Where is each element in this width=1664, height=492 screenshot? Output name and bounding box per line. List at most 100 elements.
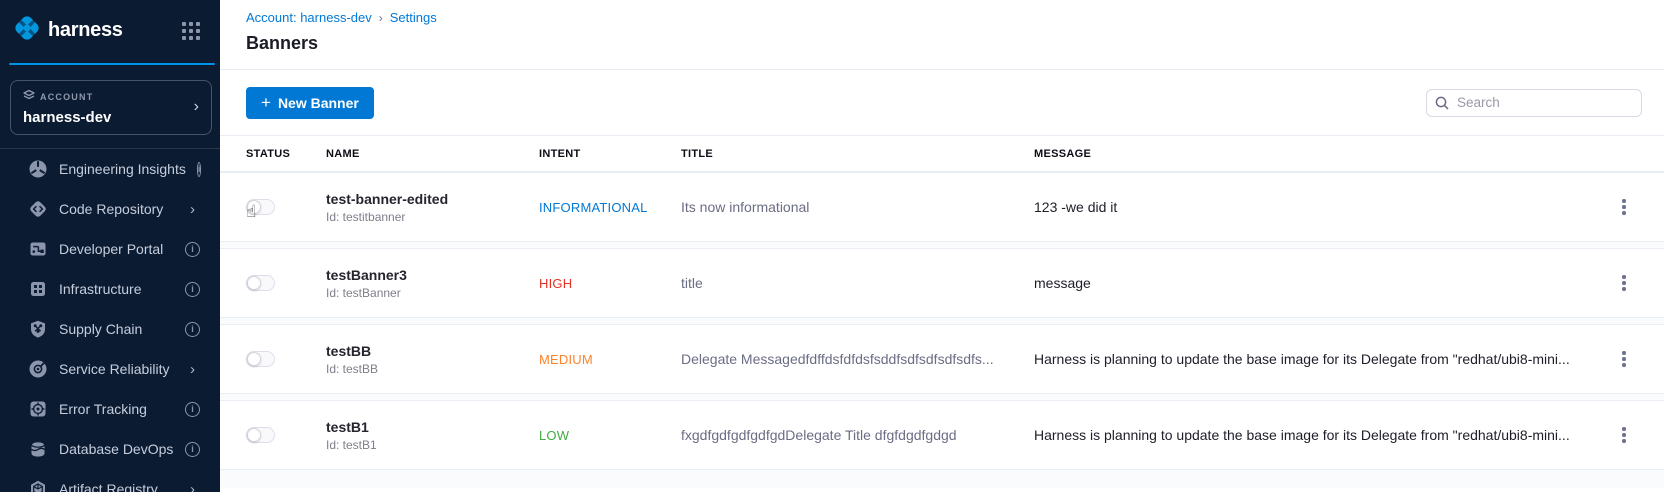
sidebar-item-label: Supply Chain [59, 321, 174, 337]
sidebar-menu: Engineering Insights i Code Repository ›… [0, 149, 220, 492]
status-toggle[interactable] [246, 427, 275, 443]
row-menu-kebab-icon[interactable] [1616, 347, 1632, 371]
toggle-knob [247, 200, 261, 214]
sidebar-item-service-reliability[interactable]: Service Reliability › [0, 349, 220, 389]
status-toggle[interactable] [246, 351, 275, 367]
row-menu-kebab-icon[interactable] [1616, 195, 1632, 219]
engineering-insights-icon [28, 159, 48, 179]
developer-portal-icon [28, 239, 48, 259]
code-repository-icon [28, 199, 48, 219]
info-icon[interactable]: i [185, 442, 200, 457]
artifact-registry-icon [28, 479, 48, 492]
banner-id: Id: testBB [326, 362, 539, 376]
main-content: Account: harness-dev › Settings Banners … [220, 0, 1664, 492]
banner-title: title [681, 275, 1034, 291]
table-row: testB1 Id: testB1 LOW fxgdfgdfgdfgdfgdDe… [220, 400, 1664, 470]
info-icon[interactable]: i [197, 162, 202, 177]
status-toggle[interactable] [246, 275, 275, 291]
new-banner-label: New Banner [278, 95, 359, 111]
banner-title: Delegate Messagedfdffdsfdfdsfsddfsdfsdfs… [681, 351, 1034, 367]
banner-name: test-banner-edited [326, 191, 539, 207]
sidebar-item-artifact-registry[interactable]: Artifact Registry › [0, 469, 220, 492]
info-icon[interactable]: i [185, 402, 200, 417]
service-reliability-icon [28, 359, 48, 379]
harness-logo-icon [13, 14, 41, 47]
app-launcher-grid-icon[interactable] [182, 22, 200, 40]
intent-badge: INFORMATIONAL [539, 200, 681, 215]
sidebar-item-label: Artifact Registry [59, 481, 174, 492]
account-label: ACCOUNT [40, 92, 93, 102]
page-header: Account: harness-dev › Settings Banners [220, 0, 1664, 70]
breadcrumb: Account: harness-dev › Settings [246, 10, 1664, 25]
column-header-title: TITLE [681, 148, 1034, 160]
info-icon[interactable]: i [185, 322, 200, 337]
database-devops-icon [28, 439, 48, 459]
banner-id: Id: testitbanner [326, 210, 539, 224]
sidebar-item-label: Error Tracking [59, 401, 174, 417]
search-icon [1435, 96, 1449, 110]
banner-message: message [1034, 275, 1608, 291]
search-box [1426, 89, 1642, 117]
table-row: testBB Id: testBB MEDIUM Delegate Messag… [220, 324, 1664, 394]
info-icon[interactable]: i [185, 242, 200, 257]
banner-name: testB1 [326, 419, 539, 435]
layers-icon [23, 88, 35, 106]
sidebar-item-supply-chain[interactable]: Supply Chain i [0, 309, 220, 349]
sidebar-item-label: Database DevOps [59, 441, 174, 457]
toggle-knob [247, 352, 261, 366]
column-header-name: NAME [326, 148, 539, 160]
infrastructure-icon [28, 279, 48, 299]
banner-name: testBB [326, 343, 539, 359]
sidebar-item-infrastructure[interactable]: Infrastructure i [0, 269, 220, 309]
account-selector[interactable]: ACCOUNT harness-dev › [10, 80, 212, 135]
sidebar-item-label: Engineering Insights [59, 161, 186, 177]
row-menu-kebab-icon[interactable] [1616, 423, 1632, 447]
breadcrumb-separator-icon: › [379, 11, 383, 25]
harness-logo[interactable]: harness [13, 14, 123, 47]
supply-chain-icon [28, 319, 48, 339]
banner-message: Harness is planning to update the base i… [1034, 351, 1608, 367]
banner-title: fxgdfgdfgdfgdfgdDelegate Title dfgfdgdfg… [681, 427, 1034, 443]
logo-text: harness [48, 19, 123, 42]
toolbar: + New Banner [220, 70, 1664, 135]
banner-title: Its now informational [681, 199, 1034, 215]
sidebar-item-engineering-insights[interactable]: Engineering Insights i [0, 149, 220, 189]
toggle-knob [247, 276, 261, 290]
info-icon[interactable]: i [185, 282, 200, 297]
breadcrumb-settings-link[interactable]: Settings [390, 10, 437, 25]
chevron-right-icon: › [185, 362, 200, 377]
row-menu-kebab-icon[interactable] [1616, 271, 1632, 295]
new-banner-button[interactable]: + New Banner [246, 87, 374, 119]
breadcrumb-account-link[interactable]: Account: harness-dev [246, 10, 372, 25]
column-header-intent: INTENT [539, 148, 681, 160]
banner-message: Harness is planning to update the base i… [1034, 427, 1608, 443]
intent-badge: LOW [539, 428, 681, 443]
banner-name: testBanner3 [326, 267, 539, 283]
toggle-knob [247, 428, 261, 442]
accent-divider [9, 63, 215, 65]
sidebar-item-database-devops[interactable]: Database DevOps i [0, 429, 220, 469]
sidebar-item-label: Developer Portal [59, 241, 174, 257]
chevron-right-icon: › [185, 202, 200, 217]
banner-id: Id: testBanner [326, 286, 539, 300]
account-name: harness-dev [23, 109, 111, 126]
table-row: test-banner-edited Id: testitbanner INFO… [220, 172, 1664, 242]
sidebar-item-error-tracking[interactable]: Error Tracking i [0, 389, 220, 429]
sidebar-item-code-repository[interactable]: Code Repository › [0, 189, 220, 229]
intent-badge: MEDIUM [539, 352, 681, 367]
chevron-right-icon: › [185, 482, 200, 492]
banner-message: 123 -we did it [1034, 199, 1608, 215]
sidebar-item-label: Service Reliability [59, 361, 174, 377]
page-title: Banners [246, 33, 1664, 54]
sidebar-item-developer-portal[interactable]: Developer Portal i [0, 229, 220, 269]
sidebar-item-label: Code Repository [59, 201, 174, 217]
table-body: test-banner-edited Id: testitbanner INFO… [220, 172, 1664, 488]
plus-icon: + [261, 94, 271, 111]
search-input[interactable] [1426, 89, 1642, 117]
chevron-right-icon: › [194, 99, 199, 115]
column-header-message: MESSAGE [1034, 148, 1608, 160]
banner-id: Id: testB1 [326, 438, 539, 452]
error-tracking-icon [28, 399, 48, 419]
status-toggle[interactable] [246, 199, 275, 215]
sidebar: harness ACCOUNT harness-dev › [0, 0, 220, 492]
